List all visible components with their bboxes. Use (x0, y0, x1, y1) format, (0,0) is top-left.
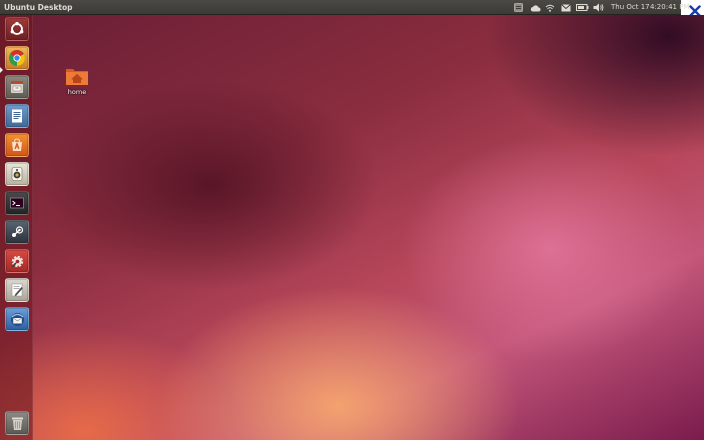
top-panel: Ubuntu Desktop Thu Oct 17 4:20:41 PM (0, 0, 689, 15)
keyboard-layout-icon[interactable] (513, 2, 523, 13)
launcher-item-rhythmbox[interactable] (5, 162, 29, 186)
launcher-item-trash[interactable] (5, 411, 29, 435)
ubuntu-logo-icon (10, 21, 24, 35)
wifi-icon[interactable] (545, 2, 555, 13)
shopping-bag-icon (12, 138, 22, 151)
desktop-icon-label: home (67, 88, 87, 96)
panel-title: Ubuntu Desktop (4, 3, 73, 12)
active-app-indicator (0, 67, 3, 73)
launcher-item-terminal[interactable] (5, 191, 29, 215)
terminal-icon (10, 197, 24, 209)
launcher-item-chrome[interactable] (5, 46, 29, 70)
clock-time[interactable]: 4:20:41 PM (650, 1, 689, 14)
desktop-background[interactable]: home (0, 15, 704, 440)
home-folder-icon (66, 69, 88, 85)
launcher-item-dash-home[interactable] (5, 17, 29, 41)
battery-icon[interactable] (575, 2, 589, 13)
cloud-icon[interactable] (529, 2, 541, 13)
trash-icon (11, 417, 23, 430)
speaker-icon (11, 167, 23, 181)
launcher-item-libreoffice-writer[interactable] (5, 104, 29, 128)
mail-icon[interactable] (560, 2, 571, 13)
launcher-item-software-center[interactable] (5, 133, 29, 157)
file-cabinet-icon (11, 81, 23, 93)
pencil-document-icon (11, 283, 23, 297)
chrome-icon (9, 50, 25, 66)
launcher-item-text-editor[interactable] (5, 278, 29, 302)
clock-date[interactable]: Thu Oct 17 (611, 1, 650, 14)
settings-gear-icon (10, 255, 23, 268)
desktop-icon-home[interactable]: home (62, 66, 92, 100)
launcher-item-steam[interactable] (5, 220, 29, 244)
launcher-item-system-settings[interactable] (5, 249, 29, 273)
steam-icon (12, 226, 24, 237)
thunderbird-icon (10, 312, 24, 326)
screen: Ubuntu Desktop Thu Oct 17 4:20:41 PM hom… (0, 0, 709, 446)
document-icon (12, 109, 22, 123)
launcher-item-files[interactable] (5, 75, 29, 99)
volume-icon[interactable] (592, 2, 604, 13)
launcher (0, 15, 33, 440)
launcher-item-thunderbird[interactable] (5, 307, 29, 331)
